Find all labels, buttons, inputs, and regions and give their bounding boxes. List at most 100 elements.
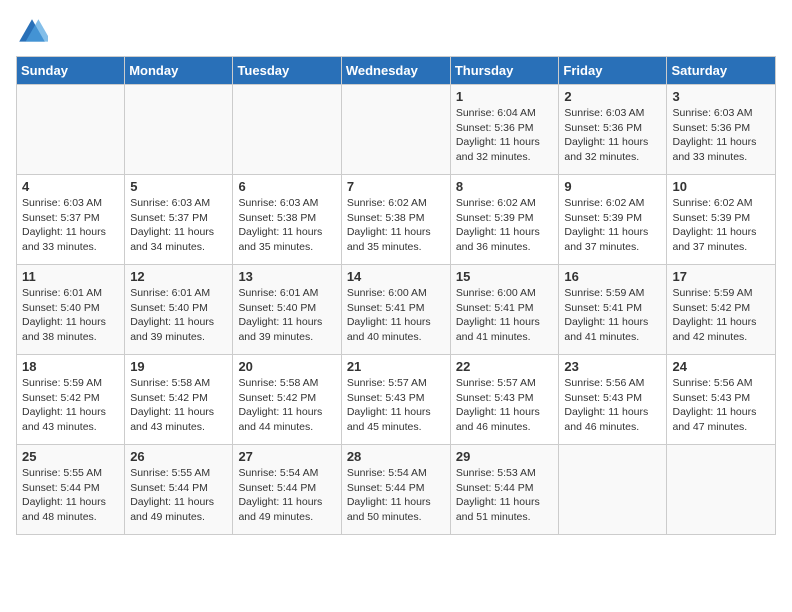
week-row-5: 25 Sunrise: 5:55 AM Sunset: 5:44 PM Dayli… [17,445,776,535]
header-row: SundayMondayTuesdayWednesdayThursdayFrid… [17,57,776,85]
day-number: 17 [672,269,770,284]
day-number: 28 [347,449,445,464]
header-cell-wednesday: Wednesday [341,57,450,85]
logo [16,16,52,48]
day-number: 7 [347,179,445,194]
day-number: 13 [238,269,335,284]
day-info: Sunrise: 5:58 AM Sunset: 5:42 PM Dayligh… [130,376,227,435]
day-number: 5 [130,179,227,194]
calendar-cell [667,445,776,535]
calendar-cell [233,85,341,175]
calendar-cell: 16 Sunrise: 5:59 AM Sunset: 5:41 PM Dayli… [559,265,667,355]
calendar-cell: 1 Sunrise: 6:04 AM Sunset: 5:36 PM Daylig… [450,85,559,175]
day-number: 3 [672,89,770,104]
day-number: 21 [347,359,445,374]
day-info: Sunrise: 6:01 AM Sunset: 5:40 PM Dayligh… [22,286,119,345]
day-number: 9 [564,179,661,194]
day-number: 27 [238,449,335,464]
calendar-cell: 12 Sunrise: 6:01 AM Sunset: 5:40 PM Dayli… [125,265,233,355]
day-info: Sunrise: 6:03 AM Sunset: 5:36 PM Dayligh… [564,106,661,165]
day-info: Sunrise: 6:01 AM Sunset: 5:40 PM Dayligh… [130,286,227,345]
calendar-cell: 3 Sunrise: 6:03 AM Sunset: 5:36 PM Daylig… [667,85,776,175]
calendar-cell: 2 Sunrise: 6:03 AM Sunset: 5:36 PM Daylig… [559,85,667,175]
day-number: 24 [672,359,770,374]
day-number: 8 [456,179,554,194]
day-info: Sunrise: 5:56 AM Sunset: 5:43 PM Dayligh… [672,376,770,435]
day-info: Sunrise: 6:02 AM Sunset: 5:39 PM Dayligh… [672,196,770,255]
day-info: Sunrise: 6:02 AM Sunset: 5:39 PM Dayligh… [564,196,661,255]
calendar-cell [125,85,233,175]
calendar-cell: 14 Sunrise: 6:00 AM Sunset: 5:41 PM Dayli… [341,265,450,355]
day-number: 25 [22,449,119,464]
day-info: Sunrise: 6:02 AM Sunset: 5:38 PM Dayligh… [347,196,445,255]
day-info: Sunrise: 6:03 AM Sunset: 5:36 PM Dayligh… [672,106,770,165]
calendar-cell: 28 Sunrise: 5:54 AM Sunset: 5:44 PM Dayli… [341,445,450,535]
header-cell-friday: Friday [559,57,667,85]
calendar-cell [559,445,667,535]
calendar-cell: 18Sunrise: 5:59 AM Sunset: 5:42 PM Dayli… [17,355,125,445]
day-number: 20 [238,359,335,374]
calendar-cell: 17 Sunrise: 5:59 AM Sunset: 5:42 PM Dayli… [667,265,776,355]
week-row-2: 4 Sunrise: 6:03 AM Sunset: 5:37 PM Daylig… [17,175,776,265]
calendar-cell: 8 Sunrise: 6:02 AM Sunset: 5:39 PM Daylig… [450,175,559,265]
day-info: Sunrise: 5:58 AM Sunset: 5:42 PM Dayligh… [238,376,335,435]
calendar-cell: 13 Sunrise: 6:01 AM Sunset: 5:40 PM Dayli… [233,265,341,355]
day-info: Sunrise: 5:54 AM Sunset: 5:44 PM Dayligh… [347,466,445,525]
day-number: 23 [564,359,661,374]
day-number: 6 [238,179,335,194]
calendar-cell: 23Sunrise: 5:56 AM Sunset: 5:43 PM Dayli… [559,355,667,445]
header-cell-tuesday: Tuesday [233,57,341,85]
calendar-body: 1 Sunrise: 6:04 AM Sunset: 5:36 PM Daylig… [17,85,776,535]
day-info: Sunrise: 6:04 AM Sunset: 5:36 PM Dayligh… [456,106,554,165]
day-info: Sunrise: 6:03 AM Sunset: 5:38 PM Dayligh… [238,196,335,255]
day-number: 11 [22,269,119,284]
calendar-cell [341,85,450,175]
calendar-cell: 27 Sunrise: 5:54 AM Sunset: 5:44 PM Dayli… [233,445,341,535]
calendar-cell: 5Sunrise: 6:03 AM Sunset: 5:37 PM Daylig… [125,175,233,265]
day-info: Sunrise: 5:55 AM Sunset: 5:44 PM Dayligh… [130,466,227,525]
day-number: 1 [456,89,554,104]
week-row-1: 1 Sunrise: 6:04 AM Sunset: 5:36 PM Daylig… [17,85,776,175]
calendar-cell: 21Sunrise: 5:57 AM Sunset: 5:43 PM Dayli… [341,355,450,445]
day-info: Sunrise: 5:59 AM Sunset: 5:42 PM Dayligh… [672,286,770,345]
day-number: 2 [564,89,661,104]
day-info: Sunrise: 5:59 AM Sunset: 5:41 PM Dayligh… [564,286,661,345]
day-number: 16 [564,269,661,284]
header-cell-saturday: Saturday [667,57,776,85]
day-number: 12 [130,269,227,284]
day-number: 4 [22,179,119,194]
logo-icon [16,16,48,48]
day-number: 19 [130,359,227,374]
day-number: 10 [672,179,770,194]
day-info: Sunrise: 5:53 AM Sunset: 5:44 PM Dayligh… [456,466,554,525]
calendar-cell: 7 Sunrise: 6:02 AM Sunset: 5:38 PM Daylig… [341,175,450,265]
calendar-cell: 19 Sunrise: 5:58 AM Sunset: 5:42 PM Dayli… [125,355,233,445]
calendar-cell [17,85,125,175]
day-number: 14 [347,269,445,284]
day-info: Sunrise: 5:54 AM Sunset: 5:44 PM Dayligh… [238,466,335,525]
day-info: Sunrise: 5:55 AM Sunset: 5:44 PM Dayligh… [22,466,119,525]
calendar-cell: 10 Sunrise: 6:02 AM Sunset: 5:39 PM Dayli… [667,175,776,265]
calendar-cell: 9 Sunrise: 6:02 AM Sunset: 5:39 PM Daylig… [559,175,667,265]
day-number: 29 [456,449,554,464]
day-info: Sunrise: 6:00 AM Sunset: 5:41 PM Dayligh… [347,286,445,345]
calendar-cell: 29 Sunrise: 5:53 AM Sunset: 5:44 PM Dayli… [450,445,559,535]
calendar-cell: 20 Sunrise: 5:58 AM Sunset: 5:42 PM Dayli… [233,355,341,445]
calendar-cell: 4 Sunrise: 6:03 AM Sunset: 5:37 PM Daylig… [17,175,125,265]
calendar-cell: 15 Sunrise: 6:00 AM Sunset: 5:41 PM Dayli… [450,265,559,355]
calendar-cell: 22Sunrise: 5:57 AM Sunset: 5:43 PM Dayli… [450,355,559,445]
day-number: 15 [456,269,554,284]
header-cell-thursday: Thursday [450,57,559,85]
day-info: Sunrise: 6:00 AM Sunset: 5:41 PM Dayligh… [456,286,554,345]
week-row-4: 18Sunrise: 5:59 AM Sunset: 5:42 PM Dayli… [17,355,776,445]
page-header [16,16,776,48]
calendar-table: SundayMondayTuesdayWednesdayThursdayFrid… [16,56,776,535]
day-info: Sunrise: 6:02 AM Sunset: 5:39 PM Dayligh… [456,196,554,255]
day-info: Sunrise: 6:01 AM Sunset: 5:40 PM Dayligh… [238,286,335,345]
day-number: 18 [22,359,119,374]
calendar-header: SundayMondayTuesdayWednesdayThursdayFrid… [17,57,776,85]
day-info: Sunrise: 5:57 AM Sunset: 5:43 PM Dayligh… [456,376,554,435]
week-row-3: 11 Sunrise: 6:01 AM Sunset: 5:40 PM Dayli… [17,265,776,355]
day-info: Sunrise: 6:03 AM Sunset: 5:37 PM Dayligh… [22,196,119,255]
calendar-cell: 6 Sunrise: 6:03 AM Sunset: 5:38 PM Daylig… [233,175,341,265]
